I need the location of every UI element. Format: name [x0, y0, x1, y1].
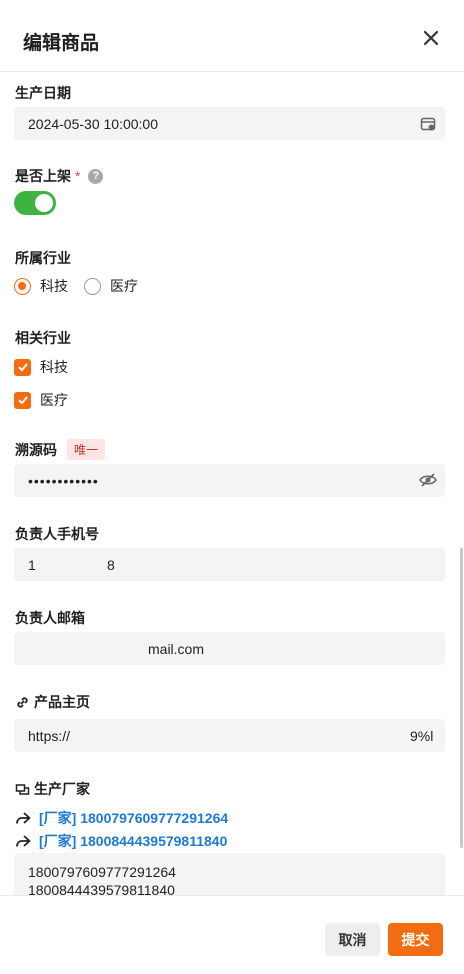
- unique-tag: 唯一: [67, 439, 106, 460]
- production-date-label-text: 生产日期: [15, 85, 71, 101]
- trace-code-label-text: 溯源码: [15, 441, 57, 458]
- form-body: 生产日期 2024-05-30 10:00:00 是否上架 * ? 所属行业 科…: [0, 73, 464, 895]
- radio-label: 科技: [40, 278, 68, 294]
- manager-email-label-text: 负责人邮箱: [15, 610, 85, 626]
- homepage-input[interactable]: https:// 9%l: [14, 719, 445, 752]
- radio-option-medical[interactable]: 医疗: [84, 276, 138, 296]
- trace-code-input[interactable]: ••••••••••••: [14, 464, 445, 497]
- production-date-label: 生产日期: [15, 83, 71, 103]
- page-title: 编辑商品: [23, 33, 100, 54]
- email-value: mail.com: [148, 640, 205, 657]
- submit-button[interactable]: 提交: [388, 923, 443, 956]
- close-button[interactable]: [420, 27, 442, 49]
- manufacturer-ids-textarea[interactable]: 1800797609777291264 1800844439579811840: [14, 853, 445, 895]
- trace-code-label: 溯源码 唯一: [15, 439, 106, 460]
- manager-phone-label: 负责人手机号: [15, 524, 99, 544]
- homepage-value-start: https://: [28, 727, 71, 744]
- manager-email-input[interactable]: mail.com: [14, 632, 445, 665]
- toggle-knob: [35, 194, 53, 212]
- radio-unchecked-icon: [84, 277, 101, 295]
- scrollbar[interactable]: [460, 548, 463, 848]
- listed-label-text: 是否上架: [15, 168, 71, 184]
- drawer-footer: 取消 提交: [0, 895, 464, 974]
- forward-icon: [16, 835, 31, 847]
- manufacturer-link-2[interactable]: [厂家] 1800844439579811840: [15, 831, 227, 851]
- homepage-value-end: 9%l: [410, 727, 434, 744]
- related-industry-label-text: 相关行业: [15, 330, 71, 346]
- listed-toggle[interactable]: [14, 191, 56, 215]
- manufacturer-label-text: 生产厂家: [34, 781, 90, 797]
- manufacturer-link-text: [厂家] 1800797609777291264: [39, 810, 229, 826]
- listed-label: 是否上架 * ?: [15, 166, 104, 186]
- manufacturer-id-line: 1800797609777291264: [28, 864, 176, 880]
- required-mark: *: [75, 168, 81, 184]
- phone-value-end: 8: [107, 556, 115, 573]
- manufacturer-id-line: 1800844439579811840: [28, 882, 175, 895]
- homepage-label: 产品主页: [15, 692, 90, 712]
- manufacturer-label: 生产厂家: [15, 779, 90, 799]
- drawer-header: 编辑商品: [0, 0, 464, 72]
- production-date-value: 2024-05-30 10:00:00: [28, 115, 158, 132]
- factory-icon: [15, 783, 30, 795]
- radio-option-tech[interactable]: 科技: [14, 276, 68, 296]
- help-icon[interactable]: ?: [88, 168, 104, 184]
- checkbox-option-medical[interactable]: 医疗: [14, 390, 68, 410]
- industry-label: 所属行业: [15, 248, 71, 268]
- manager-phone-input[interactable]: 1 8: [14, 548, 445, 581]
- industry-radio-group: 科技 医疗: [14, 276, 154, 296]
- manager-phone-label-text: 负责人手机号: [15, 526, 99, 542]
- checkbox-label: 医疗: [40, 392, 68, 408]
- related-industry-label: 相关行业: [15, 328, 71, 348]
- production-date-input[interactable]: 2024-05-30 10:00:00: [14, 107, 445, 140]
- manufacturer-link-1[interactable]: [厂家] 1800797609777291264: [15, 808, 228, 828]
- manager-email-label: 负责人邮箱: [15, 608, 85, 628]
- radio-label: 医疗: [110, 278, 138, 294]
- checkbox-label: 科技: [40, 359, 68, 375]
- forward-icon: [16, 812, 31, 824]
- link-icon: [17, 696, 28, 708]
- close-icon: [423, 30, 439, 46]
- password-value: ••••••••••••: [28, 472, 99, 489]
- cancel-button[interactable]: 取消: [325, 923, 380, 956]
- homepage-label-text: 产品主页: [34, 694, 90, 710]
- checkbox-checked-icon: [14, 358, 31, 376]
- industry-label-text: 所属行业: [15, 250, 71, 266]
- calendar-icon[interactable]: [420, 116, 436, 132]
- radio-checked-icon: [14, 277, 31, 295]
- checkbox-option-tech[interactable]: 科技: [14, 357, 68, 377]
- phone-value-start: 1: [28, 556, 36, 573]
- manufacturer-link-text: [厂家] 1800844439579811840: [39, 833, 228, 849]
- eye-off-icon[interactable]: [419, 472, 437, 488]
- checkbox-checked-icon: [14, 391, 31, 409]
